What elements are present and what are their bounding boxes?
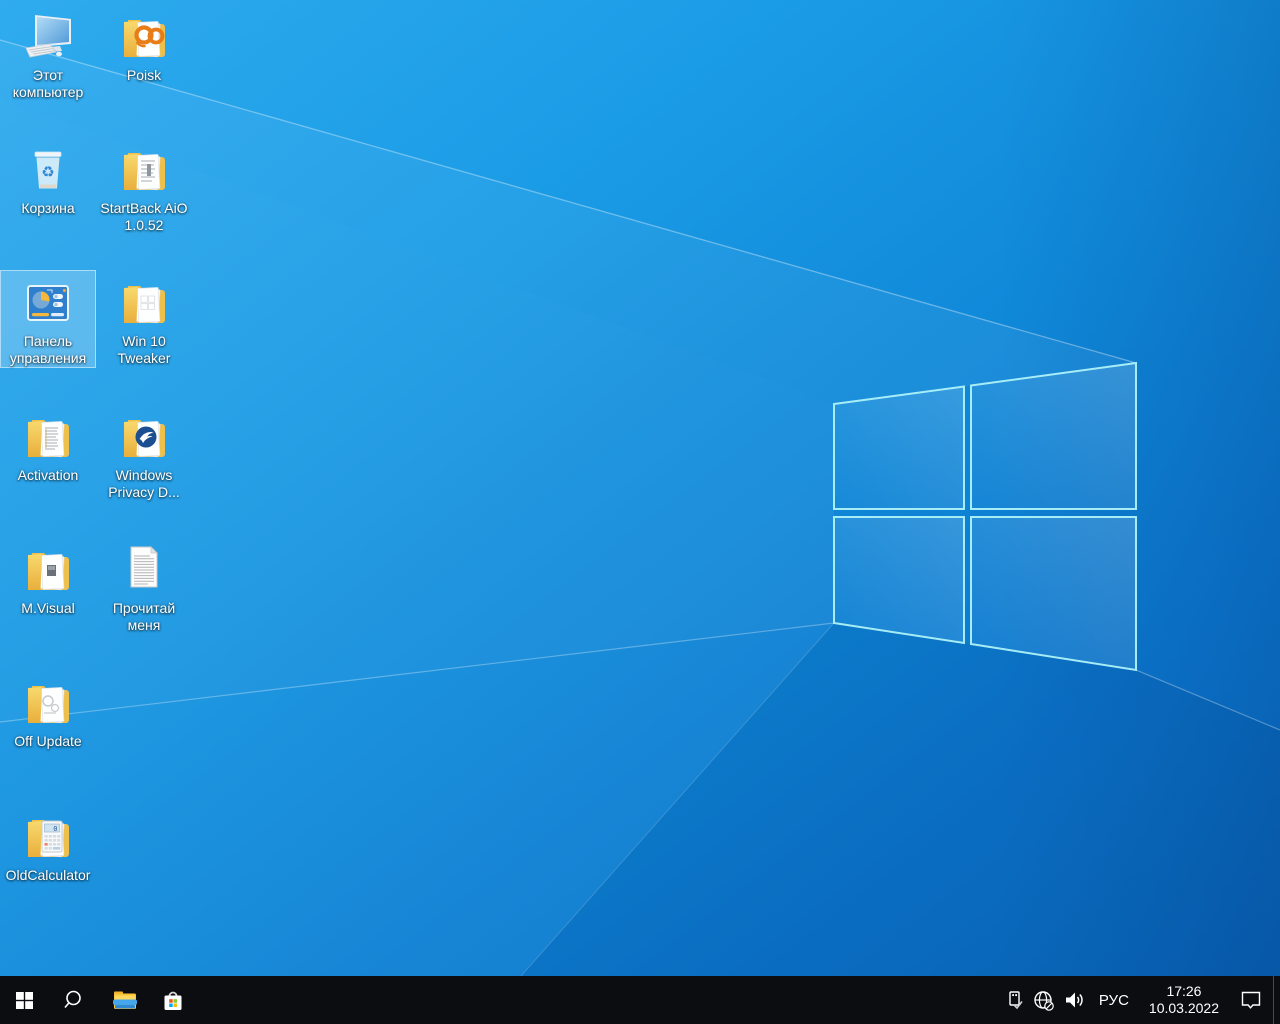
taskbar: РУС 17:26 10.03.2022	[0, 976, 1280, 1024]
microsoft-store-icon	[164, 991, 182, 1010]
desktop: Этот компьютер ♻ Корзина Панель управлен…	[0, 0, 1280, 976]
control-panel-icon	[27, 285, 69, 321]
desktop-icon-label: Poisk	[126, 67, 162, 83]
windows-logo	[833, 361, 1137, 672]
taskbar-clock[interactable]: 17:26 10.03.2022	[1139, 976, 1229, 1024]
desktop-icon-off-update[interactable]: Off Update	[0, 670, 96, 751]
win10-tweaker-folder-icon	[123, 285, 166, 324]
desktop-icon-label: StartBack AiO 1.0.52	[100, 200, 188, 233]
file-explorer-icon	[113, 991, 137, 1009]
desktop-icon-label: Win 10 Tweaker	[117, 333, 171, 366]
action-center-button[interactable]	[1229, 976, 1273, 1024]
network-globe-offline-icon	[1034, 990, 1055, 1011]
svg-text:0: 0	[53, 825, 57, 833]
wallpaper	[0, 0, 1280, 976]
notification-icon	[1241, 991, 1261, 1009]
search-icon	[64, 990, 81, 1009]
this-pc-icon	[25, 15, 71, 58]
desktop-icon-label: Activation	[17, 467, 79, 483]
desktop-icon-label: Корзина	[21, 200, 75, 216]
desktop-icon-label: M.Visual	[21, 600, 75, 616]
language-indicator[interactable]: РУС	[1089, 976, 1139, 1024]
windows-start-icon	[15, 991, 33, 1009]
readme-text-file-icon	[130, 546, 158, 588]
desktop-icon-windows-privacy[interactable]: Windows Privacy D...	[96, 404, 192, 502]
desktop-icon-startback[interactable]: StartBack AiO 1.0.52	[96, 137, 192, 235]
old-calculator-folder-icon: 0	[27, 819, 70, 858]
desktop-icon-poisk[interactable]: Poisk	[96, 4, 192, 85]
search-button[interactable]	[48, 976, 96, 1024]
system-tray: РУС 17:26 10.03.2022	[999, 976, 1280, 1024]
poisk-folder-icon	[123, 19, 166, 58]
desktop-icon-control-panel[interactable]: Панель управления	[0, 270, 96, 368]
desktop-icon-this-pc[interactable]: Этот компьютер	[0, 4, 96, 102]
show-desktop-strip[interactable]	[1273, 976, 1280, 1024]
desktop-icon-m-visual[interactable]: M.Visual	[0, 537, 96, 618]
activation-folder-icon	[27, 419, 70, 458]
clock-date: 10.03.2022	[1148, 1000, 1219, 1016]
recycle-bin-icon: ♻	[34, 151, 62, 189]
desktop-icon-readme[interactable]: Прочитай меня	[96, 537, 192, 635]
desktop-icon-label: OldCalculator	[5, 867, 91, 883]
desktop-icon-old-calculator[interactable]: 0 OldCalculator	[0, 804, 96, 885]
desktop-icon-label: Прочитай меня	[112, 600, 176, 633]
m-visual-folder-icon	[27, 552, 70, 591]
desktop-icon-activation[interactable]: Activation	[0, 404, 96, 485]
desktop-icon-label: Off Update	[14, 733, 82, 749]
desktop-icon-label: Этот компьютер	[12, 67, 84, 100]
volume-tray[interactable]	[1059, 976, 1089, 1024]
svg-text:♻: ♻	[41, 163, 54, 181]
microsoft-store-button[interactable]	[149, 976, 197, 1024]
network-tray[interactable]	[1029, 976, 1059, 1024]
off-update-folder-icon	[27, 685, 70, 724]
desktop-icon-recycle-bin[interactable]: ♻ Корзина	[0, 137, 96, 218]
startback-folder-icon	[123, 152, 166, 191]
usb-safely-remove-icon	[1009, 991, 1023, 1010]
desktop-icon-win10-tweaker[interactable]: Win 10 Tweaker	[96, 270, 192, 368]
windows-privacy-folder-icon	[123, 419, 166, 458]
file-explorer-button[interactable]	[101, 976, 149, 1024]
volume-icon	[1065, 992, 1083, 1008]
usb-safely-remove-tray[interactable]	[999, 976, 1029, 1024]
start-button[interactable]	[0, 976, 48, 1024]
clock-time: 17:26	[1166, 983, 1202, 999]
desktop-icon-label: Панель управления	[9, 333, 87, 366]
desktop-icon-label: Windows Privacy D...	[108, 467, 180, 500]
